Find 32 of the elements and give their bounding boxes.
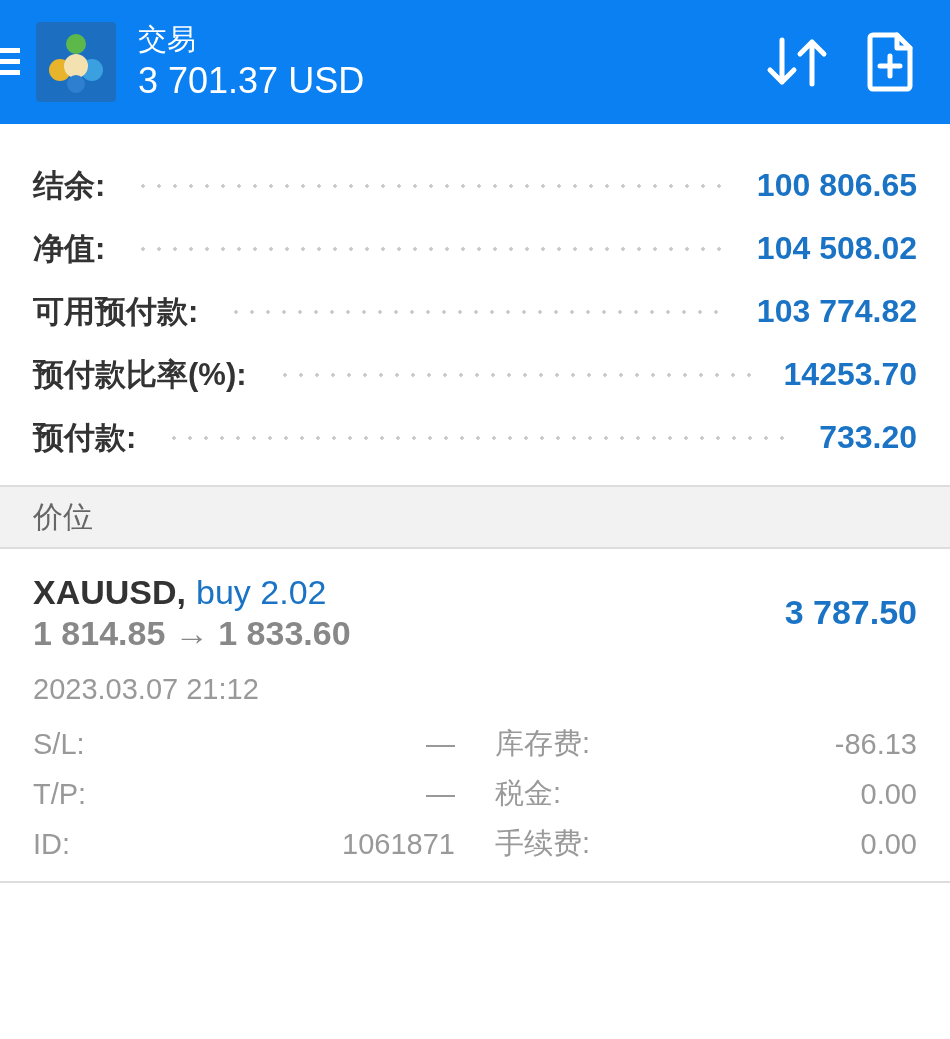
summary-value: 104 508.02: [756, 230, 917, 267]
profit-value: 3 787.50: [784, 592, 917, 632]
balance-text: 3 701.37 USD: [138, 59, 366, 103]
summary-label: 净值:: [33, 229, 106, 268]
trade-side-text: buy 2.02: [196, 572, 327, 613]
detail-value: 0.00: [860, 777, 917, 811]
detail-value: -86.13: [834, 727, 917, 761]
detail-label: 库存费:: [495, 726, 591, 761]
detail-value: —: [426, 727, 455, 761]
summary-value: 14253.70: [783, 356, 917, 393]
summary-value: 100 806.65: [756, 167, 917, 204]
detail-label: S/L:: [33, 727, 85, 761]
symbol-text: XAUUSD,: [33, 572, 187, 613]
detail-value: 1061871: [342, 827, 455, 861]
summary-label: 预付款:: [33, 418, 137, 457]
detail-label: ID:: [33, 827, 71, 861]
detail-label: T/P:: [33, 777, 87, 811]
summary-label: 可用预付款:: [33, 292, 199, 331]
logo-icon: [36, 22, 116, 102]
screen-title: 交易: [138, 22, 197, 57]
price-range-text: 1 814.85 → 1 833.60: [33, 613, 351, 653]
new-document-icon[interactable]: [866, 32, 914, 92]
detail-value: 0.00: [860, 827, 917, 861]
summary-value: 103 774.82: [756, 293, 917, 330]
detail-value: —: [426, 777, 455, 811]
summary-value: 733.20: [819, 419, 917, 456]
summary-label: 预付款比率(%):: [33, 355, 247, 394]
open-time-text: 2023.03.07 21:12: [33, 672, 260, 707]
section-title: 价位: [33, 498, 93, 535]
detail-label: 税金:: [495, 776, 562, 811]
summary-label: 结余:: [33, 166, 106, 205]
detail-label: 手续费:: [495, 826, 591, 861]
